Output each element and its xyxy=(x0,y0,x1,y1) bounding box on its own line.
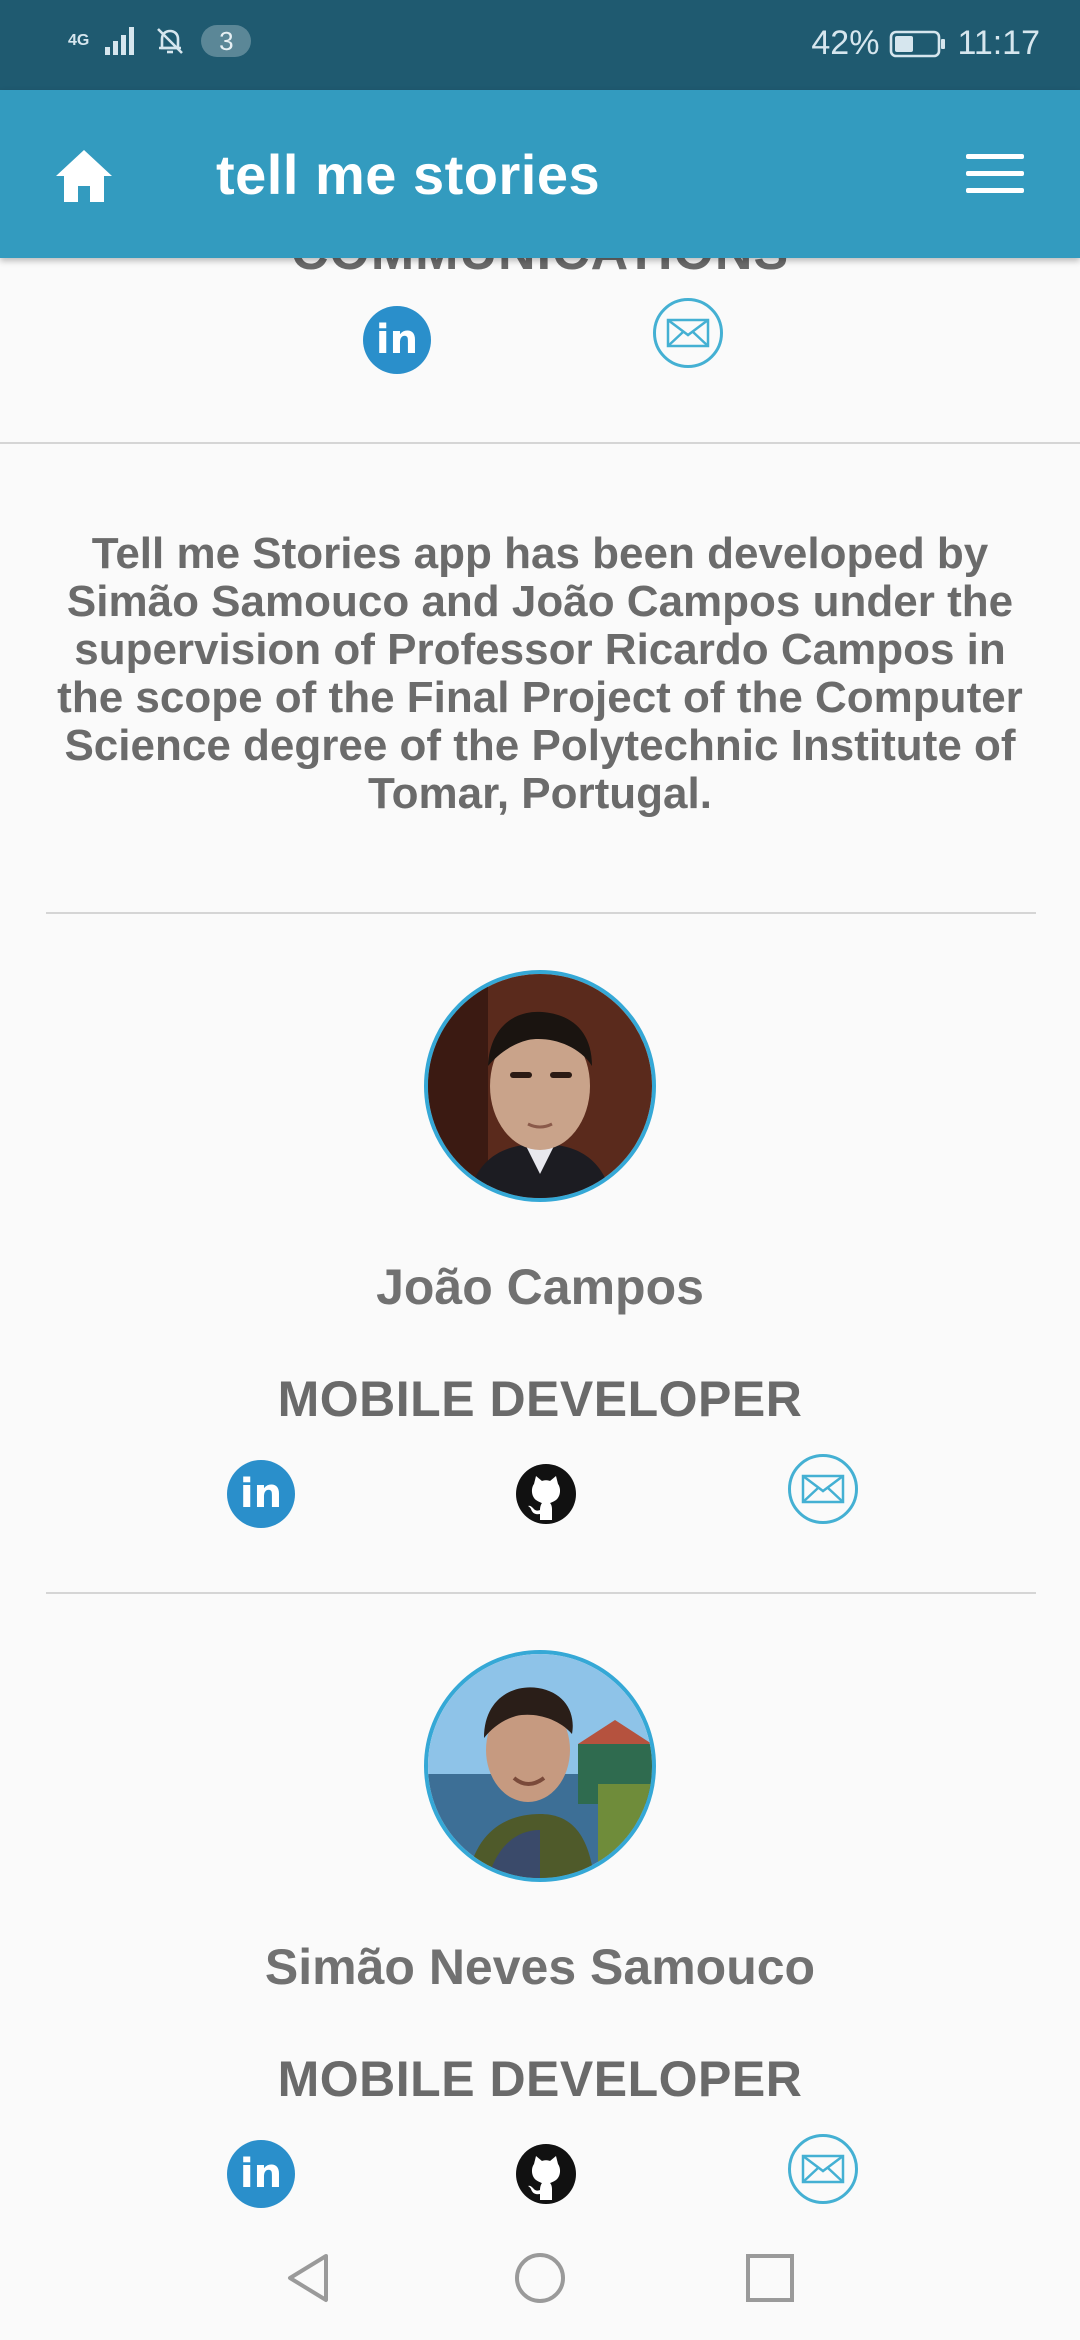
about-paragraph: Tell me Stories app has been developed b… xyxy=(57,529,1023,818)
profile-photo xyxy=(428,1654,652,1878)
home-icon xyxy=(56,150,112,202)
envelope-glyph xyxy=(666,318,710,348)
network-type: 4G xyxy=(68,32,90,49)
notification-count-badge: 3 xyxy=(201,25,252,57)
envelope-glyph xyxy=(801,1474,845,1504)
system-nav-bar xyxy=(0,2210,1080,2340)
back-triangle-icon xyxy=(288,2254,328,2302)
home-nav-button[interactable] xyxy=(512,2250,568,2306)
github-icon[interactable] xyxy=(514,2142,578,2210)
email-icon[interactable] xyxy=(788,2134,858,2204)
developer-role: MOBILE DEVELOPER xyxy=(277,1371,803,1427)
about-content: COMMUNICATIONS in Tell me Stories app ha… xyxy=(0,258,1080,2210)
developer-role: MOBILE DEVELOPER xyxy=(277,2051,803,2107)
menu-button[interactable] xyxy=(966,152,1024,196)
developer-name: Simão Neves Samouco xyxy=(264,1939,816,1995)
envelope-glyph xyxy=(801,2154,845,2184)
email-icon[interactable] xyxy=(788,1454,858,1524)
github-glyph xyxy=(516,2144,576,2204)
app-bar: tell me stories xyxy=(0,90,1080,258)
section-heading-partial: COMMUNICATIONS xyxy=(0,258,1080,282)
muted-bell-icon xyxy=(157,28,184,54)
battery-icon xyxy=(890,30,946,57)
hamburger-menu-icon xyxy=(966,154,1024,193)
developer-name: João Campos xyxy=(376,1259,704,1315)
profile-photo xyxy=(428,974,652,1198)
recents-square-icon xyxy=(746,2254,794,2302)
recents-button[interactable] xyxy=(742,2250,798,2306)
avatar-joao-campos xyxy=(424,970,656,1202)
divider xyxy=(46,1592,1036,1594)
clock: 11:17 xyxy=(957,24,1040,62)
status-left: 4G 3 xyxy=(68,24,252,58)
battery-percent: 42% xyxy=(811,24,880,62)
avatar-simao-samouco xyxy=(424,1650,656,1882)
linkedin-icon[interactable]: in xyxy=(227,2140,295,2208)
app-title: tell me stories xyxy=(216,143,601,206)
linkedin-icon[interactable]: in xyxy=(363,306,431,374)
status-bar: 4G 3 42% 11:17 xyxy=(0,0,1080,90)
back-button[interactable] xyxy=(280,2250,336,2306)
email-icon[interactable] xyxy=(653,298,723,368)
github-icon[interactable] xyxy=(514,1462,578,1531)
status-right: 42% 11:17 xyxy=(811,24,1040,63)
signal-icon xyxy=(105,27,135,55)
divider xyxy=(46,912,1036,914)
linkedin-icon[interactable]: in xyxy=(227,1460,295,1528)
home-circle-icon xyxy=(515,2253,565,2303)
divider xyxy=(0,442,1080,444)
github-glyph xyxy=(516,1464,576,1524)
home-button[interactable] xyxy=(52,146,116,206)
